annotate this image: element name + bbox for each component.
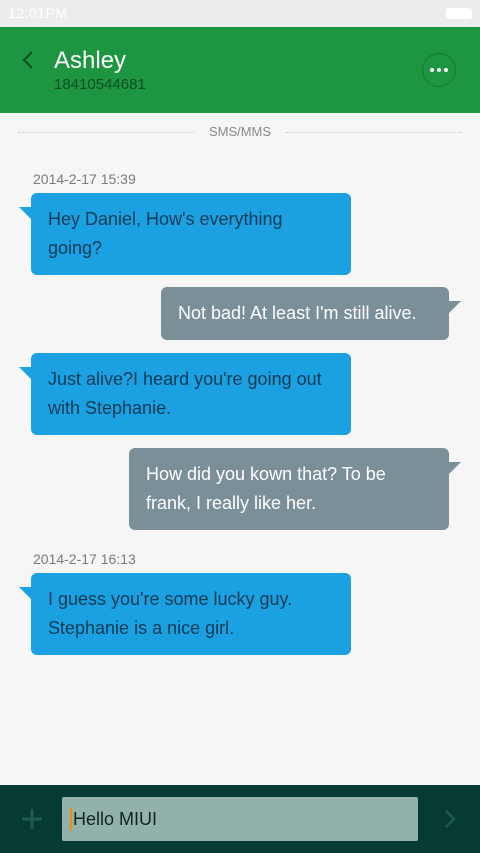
conversation-header: Ashley 18410544681 xyxy=(0,27,480,113)
divider-left xyxy=(18,132,194,133)
message-input[interactable]: Hello MIUI xyxy=(62,797,418,841)
more-dot-icon xyxy=(444,68,448,72)
message-timestamp: 2014-2-17 16:13 xyxy=(33,551,136,567)
more-options-button[interactable] xyxy=(422,53,456,87)
incoming-message-bubble[interactable]: Hey Daniel, How's everything going? xyxy=(19,193,351,275)
message-input-text: Hello MIUI xyxy=(73,808,158,829)
message-thread[interactable]: SMS/MMS 2014-2-17 15:39 Hey Daniel, How'… xyxy=(0,113,480,785)
compose-bar: Hello MIUI xyxy=(0,785,480,853)
more-dot-icon xyxy=(430,68,434,72)
text-cursor xyxy=(70,808,72,830)
status-bar: 12:01PM xyxy=(0,0,480,27)
contact-name: Ashley xyxy=(54,47,127,74)
incoming-message-bubble[interactable]: Just alive?I heard you're going out with… xyxy=(19,353,351,435)
outgoing-message-bubble[interactable]: Not bad! At least I'm still alive. xyxy=(161,287,461,340)
incoming-message-bubble[interactable]: I guess you're some lucky guy. Stephanie… xyxy=(19,573,351,655)
more-dot-icon xyxy=(437,68,441,72)
outgoing-message-bubble[interactable]: How did you kown that? To be frank, I re… xyxy=(129,448,461,530)
divider-right xyxy=(286,132,462,133)
battery-icon xyxy=(446,8,472,19)
contact-number: 18410544681 xyxy=(54,76,146,93)
channel-label: SMS/MMS xyxy=(208,124,272,139)
status-time: 12:01PM xyxy=(8,5,68,21)
add-attachment-icon[interactable] xyxy=(20,807,44,831)
send-icon[interactable] xyxy=(440,807,460,831)
message-timestamp: 2014-2-17 15:39 xyxy=(33,171,136,187)
back-arrow-icon[interactable] xyxy=(18,49,40,71)
